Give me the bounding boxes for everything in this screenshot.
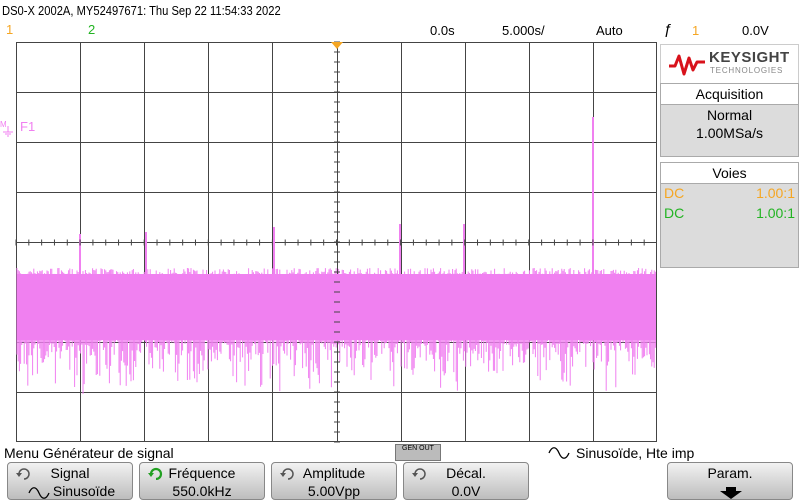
amplitude-label: Amplitude [302,465,366,481]
math-label: F1 [20,119,36,134]
svg-text:M: M [0,120,7,129]
sine-wave-icon [548,447,570,459]
gen-out-text: GEN OUT [402,445,434,452]
trigger-position-marker[interactable] [331,42,343,50]
ch1-probe: 1.00:1 [756,185,795,201]
ch2-coupling: DC [664,205,685,221]
brand-name: KEYSIGHT [709,49,790,66]
amplitude-softkey[interactable]: Amplitude 5.00Vpp [271,462,397,500]
gen-out-badge: GEN OUT [395,444,441,461]
window-title: DS0-X 2002A, MY52497671: Thu Sep 22 11:5… [2,3,281,18]
arrow-down-icon [720,487,742,499]
acquisition-title: Acquisition [661,84,798,105]
signal-label: Signal [50,465,90,481]
offset-softkey[interactable]: Décal. 0.0V [403,462,529,500]
trigger-level: 0.0V [742,23,769,38]
settings-softkey[interactable]: Param. [667,462,793,500]
keysight-wave-icon [669,54,705,76]
trace-noise [16,268,656,394]
offset-value: 0.0V [451,483,481,499]
math-ground-icon: M [0,118,16,138]
amplitude-value: 5.00Vpp [307,483,361,499]
waveform-info: Sinusoïde, Hte imp [576,445,695,461]
channel2-label[interactable]: 2 [88,22,95,37]
trigger-edge-icon: ƒ [664,21,673,38]
frequency-value: 550.0kHz [172,483,232,499]
waveform-display[interactable] [15,41,657,443]
signal-value: Sinusoïde [52,483,116,499]
trigger-mode: Auto [596,23,623,38]
acquisition-mode: Normal [706,107,753,123]
status-bar: 1 2 0.0s 5.000s/ Auto ƒ 1 0.0V [0,20,800,42]
time-scale: 5.000s/ [502,23,545,38]
menu-bar: Menu Générateur de signal GEN OUT Sinuso… [0,444,800,462]
channels-title: Voies [661,163,798,184]
sample-rate: 1.00MSa/s [696,125,763,141]
ch1-coupling: DC [664,185,685,201]
menu-title: Menu Générateur de signal [4,445,174,461]
settings-label: Param. [707,465,753,481]
acquisition-panel[interactable]: Acquisition Normal 1.00MSa/s [660,83,799,157]
channel1-label[interactable]: 1 [6,22,13,37]
frequency-softkey[interactable]: Fréquence 550.0kHz [139,462,265,500]
signal-softkey[interactable]: Signal Sinusoïde [7,462,133,500]
channels-panel[interactable]: Voies DC 1.00:1 DC 1.00:1 [660,162,799,268]
trigger-channel: 1 [692,23,700,38]
time-offset: 0.0s [430,23,455,38]
brand-logo: KEYSIGHT TECHNOLOGIES [660,44,799,84]
brand-sub: TECHNOLOGIES [710,66,784,75]
frequency-label: Fréquence [168,465,236,481]
offset-label: Décal. [446,465,486,481]
ch2-probe: 1.00:1 [756,205,795,221]
